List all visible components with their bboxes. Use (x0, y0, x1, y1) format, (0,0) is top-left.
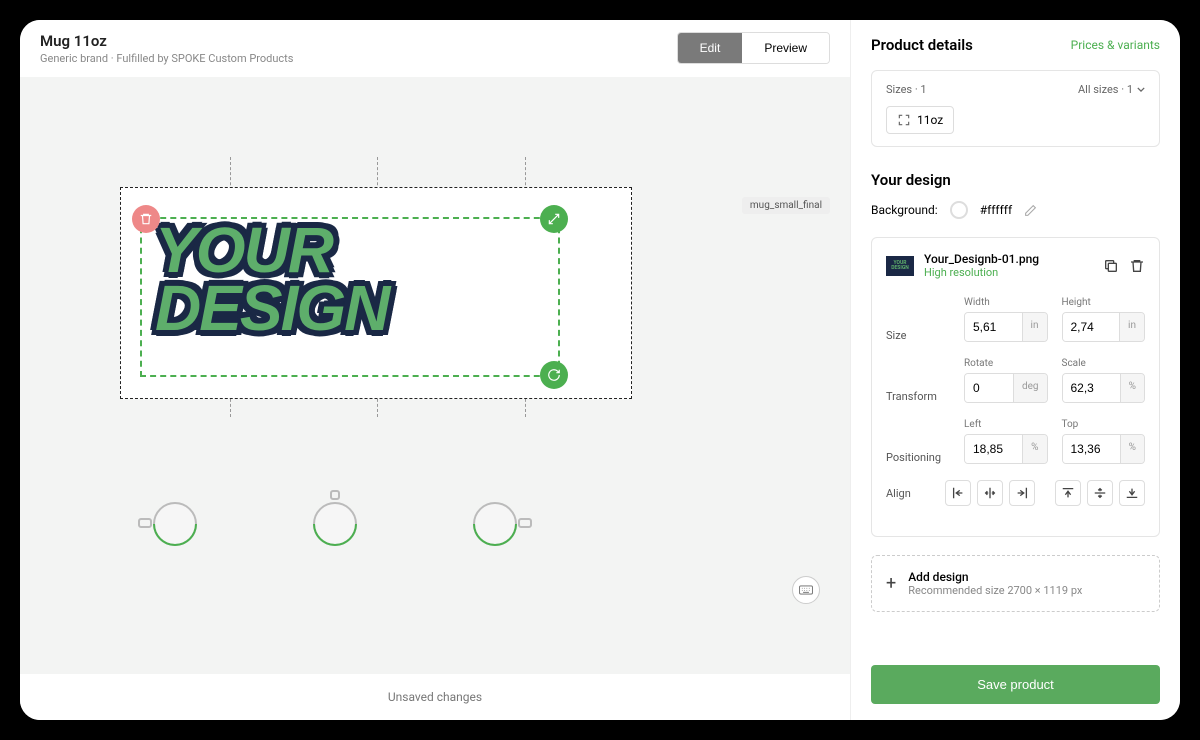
add-design-card[interactable]: + Add design Recommended size 2700 × 111… (871, 555, 1160, 612)
align-top-button[interactable] (1055, 480, 1081, 506)
keyboard-button[interactable] (792, 576, 820, 604)
unsaved-label: Unsaved changes (388, 690, 482, 704)
design-tag: mug_small_final (742, 197, 830, 214)
trash-icon (139, 212, 153, 226)
copy-icon[interactable] (1103, 258, 1119, 274)
size-label: Size (886, 329, 964, 342)
delete-handle[interactable] (132, 205, 160, 233)
align-right-icon (1015, 486, 1029, 500)
mug-views (140, 494, 530, 554)
left-unit: % (1022, 435, 1046, 463)
size-row: Size Width in Height in (886, 297, 1145, 342)
sidebar-content: Sizes · 1 All sizes · 1 11oz Your design… (851, 70, 1180, 649)
background-value: #ffffff (980, 203, 1012, 217)
header: Mug 11oz Generic brand · Fulfilled by SP… (20, 20, 850, 77)
align-label: Align (886, 487, 945, 500)
width-label: Width (964, 297, 1048, 308)
your-design-title: Your design (871, 171, 1160, 189)
left-label: Left (964, 419, 1048, 430)
main-area: Mug 11oz Generic brand · Fulfilled by SP… (20, 20, 850, 720)
top-unit: % (1120, 435, 1144, 463)
transform-label: Transform (886, 390, 964, 403)
prices-variants-link[interactable]: Prices & variants (1071, 38, 1160, 52)
design-selection-box[interactable] (140, 217, 560, 377)
expand-icon (547, 212, 561, 226)
left-input[interactable] (965, 435, 1022, 463)
align-bottom-button[interactable] (1119, 480, 1145, 506)
fullscreen-icon (897, 113, 911, 127)
design-file-header: YOURDESIGN Your_Designb-01.png High reso… (886, 252, 1145, 279)
height-unit: in (1119, 313, 1144, 341)
header-left: Mug 11oz Generic brand · Fulfilled by SP… (40, 32, 293, 65)
design-file-name: Your_Designb-01.png (924, 252, 1093, 266)
sidebar-header: Product details Prices & variants (851, 20, 1180, 70)
product-subtitle: Generic brand · Fulfilled by SPOKE Custo… (40, 52, 293, 65)
design-file-actions (1103, 258, 1145, 274)
sidebar-footer: Save product (851, 649, 1180, 720)
product-title: Mug 11oz (40, 32, 293, 50)
align-right-button[interactable] (1009, 480, 1035, 506)
sizes-label: Sizes · 1 (886, 83, 927, 96)
align-center-h-icon (983, 486, 997, 500)
chevron-down-icon (1137, 87, 1145, 92)
sidebar: Product details Prices & variants Sizes … (850, 20, 1180, 720)
tab-edit[interactable]: Edit (678, 33, 743, 63)
tab-preview[interactable]: Preview (742, 33, 829, 63)
height-input[interactable] (1063, 313, 1120, 341)
height-label: Height (1062, 297, 1146, 308)
sizes-card: Sizes · 1 All sizes · 1 11oz (871, 70, 1160, 147)
background-row: Background: #ffffff (871, 201, 1160, 219)
align-center-h-button[interactable] (977, 480, 1003, 506)
align-bottom-icon (1125, 486, 1139, 500)
rotate-unit: deg (1013, 374, 1047, 402)
all-sizes-dropdown[interactable]: All sizes · 1 (1078, 83, 1145, 96)
view-tabs: Edit Preview (677, 32, 830, 64)
size-chip[interactable]: 11oz (886, 106, 954, 134)
rotate-input[interactable] (965, 374, 1013, 402)
save-product-button[interactable]: Save product (871, 665, 1160, 704)
add-design-subtitle: Recommended size 2700 × 1119 px (908, 584, 1082, 597)
sidebar-title: Product details (871, 36, 973, 54)
pencil-icon[interactable] (1024, 204, 1037, 217)
background-label: Background: (871, 203, 938, 217)
trash-icon[interactable] (1129, 258, 1145, 274)
canvas-area[interactable]: mug_small_final YOUR DESIGN (20, 77, 850, 674)
width-input[interactable] (965, 313, 1022, 341)
scale-unit: % (1120, 374, 1144, 402)
align-left-button[interactable] (945, 480, 971, 506)
mug-view-right[interactable] (460, 494, 530, 554)
align-center-v-button[interactable] (1087, 480, 1113, 506)
align-center-v-icon (1093, 486, 1107, 500)
positioning-row: Positioning Left % Top % (886, 419, 1145, 464)
keyboard-icon (799, 585, 813, 595)
design-file-resolution: High resolution (924, 266, 1093, 279)
sizes-row: Sizes · 1 All sizes · 1 (886, 83, 1145, 96)
scale-input[interactable] (1063, 374, 1120, 402)
design-file-info: Your_Designb-01.png High resolution (924, 252, 1093, 279)
top-label: Top (1062, 419, 1146, 430)
design-file-card: YOURDESIGN Your_Designb-01.png High reso… (871, 237, 1160, 537)
app-window: Mug 11oz Generic brand · Fulfilled by SP… (20, 20, 1180, 720)
positioning-label: Positioning (886, 451, 964, 464)
footer: Unsaved changes (20, 674, 850, 720)
align-row: Align (886, 480, 1145, 506)
rotate-handle[interactable] (540, 361, 568, 389)
expand-handle[interactable] (540, 205, 568, 233)
rotate-label: Rotate (964, 358, 1048, 369)
top-input[interactable] (1063, 435, 1120, 463)
align-top-icon (1061, 486, 1075, 500)
align-left-icon (951, 486, 965, 500)
add-design-title: Add design (908, 570, 1082, 584)
size-chip-label: 11oz (917, 113, 943, 127)
transform-row: Transform Rotate deg Scale % (886, 358, 1145, 403)
rotate-icon (547, 368, 561, 382)
all-sizes-label: All sizes · 1 (1078, 83, 1133, 96)
scale-label: Scale (1062, 358, 1146, 369)
color-swatch[interactable] (950, 201, 968, 219)
mug-view-left[interactable] (140, 494, 210, 554)
width-unit: in (1022, 313, 1047, 341)
plus-icon: + (886, 573, 896, 594)
design-thumbnail: YOURDESIGN (886, 256, 914, 276)
mug-view-front[interactable] (300, 494, 370, 554)
